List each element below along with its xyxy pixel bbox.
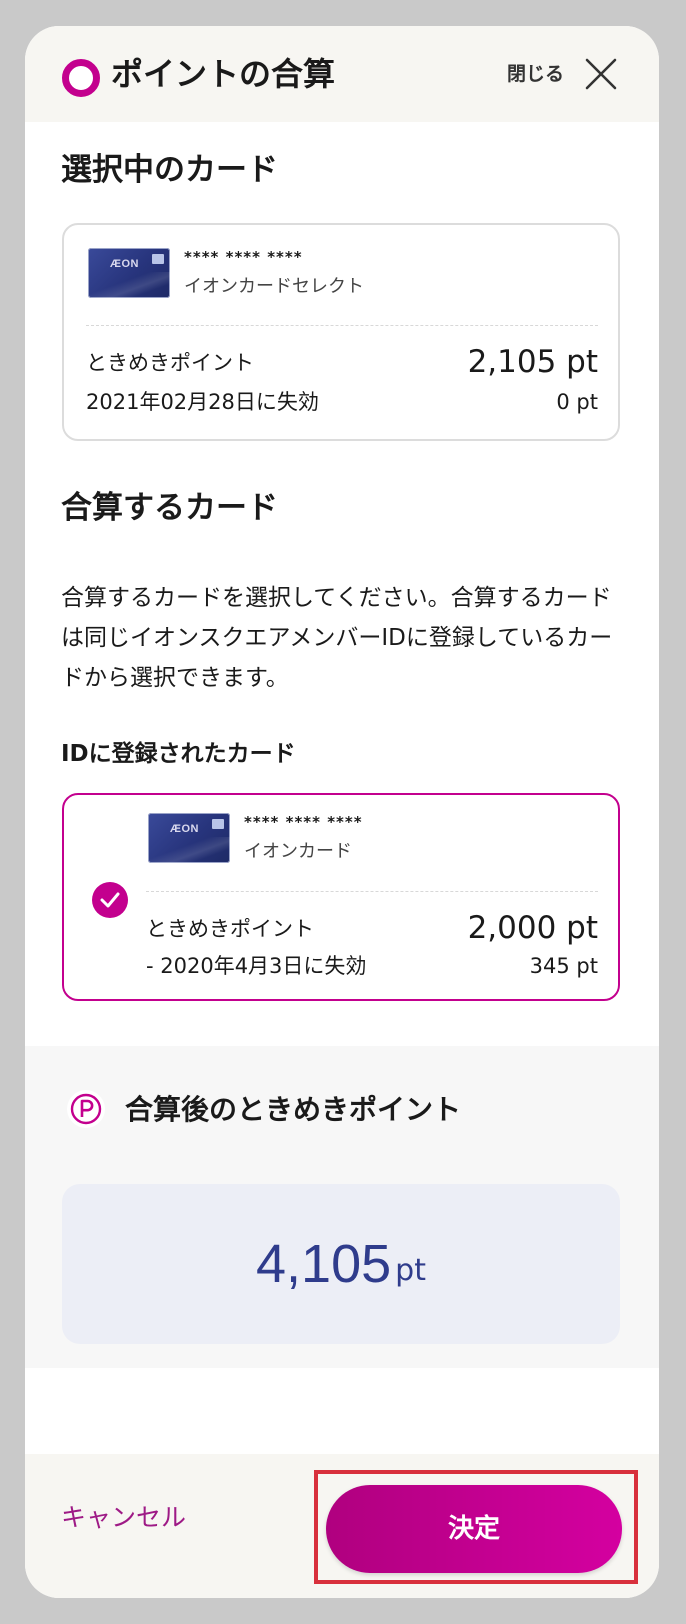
card-name: イオンカード	[244, 841, 352, 862]
card-brand-logo: ÆON	[170, 823, 199, 835]
check-icon[interactable]	[92, 882, 128, 918]
modal-footer: キャンセル 決定	[25, 1454, 659, 1598]
merge-description: 合算するカードを選択してください。合算するカードは同じイオンスクエアメンバーID…	[61, 585, 613, 691]
card-chip	[152, 254, 164, 264]
close-label[interactable]: 閉じる	[507, 62, 564, 86]
aeon-card-image: ÆON	[148, 813, 230, 863]
point-value: 2,105 pt	[467, 344, 598, 380]
selected-card-panel: ÆON **** **** **** イオンカードセレクト ときめきポイント 2…	[62, 223, 620, 441]
merged-result-section: 合算後のときめきポイント 4,105 pt	[25, 1046, 659, 1368]
expiry-points: 0 pt	[556, 390, 598, 414]
merged-points: 4,105 pt	[62, 1184, 620, 1344]
points-merge-modal: ポイントの合算 閉じる 選択中のカード ÆON **** **** **** イ…	[25, 26, 659, 1598]
logo-ring-icon	[62, 59, 100, 97]
card-brand-logo: ÆON	[110, 258, 139, 270]
cancel-button[interactable]: キャンセル	[61, 1502, 186, 1534]
expiry-points: 345 pt	[529, 954, 598, 978]
point-label: ときめきポイント	[146, 917, 314, 941]
card-chip	[212, 819, 224, 829]
registered-cards-heading: IDに登録されたカード	[61, 741, 296, 767]
merge-card-heading: 合算するカード	[61, 490, 278, 526]
selected-card-heading: 選択中のカード	[61, 152, 278, 188]
result-box: 4,105 pt	[62, 1184, 620, 1344]
result-title: 合算後のときめきポイント	[125, 1093, 462, 1126]
card-number: **** **** ****	[244, 813, 363, 831]
registered-card-option[interactable]: ÆON **** **** **** イオンカード ときめきポイント 2,000…	[62, 793, 620, 1001]
divider	[146, 891, 598, 892]
page-title: ポイントの合算	[111, 55, 336, 93]
point-p-icon	[67, 1090, 105, 1128]
merged-points-unit: pt	[395, 1253, 426, 1288]
card-number: **** **** ****	[184, 248, 303, 266]
modal-header: ポイントの合算 閉じる	[25, 26, 659, 122]
expiry-label: 2021年02月28日に失効	[86, 390, 319, 414]
divider	[86, 325, 598, 326]
confirm-button[interactable]: 決定	[326, 1485, 622, 1573]
expiry-label: - 2020年4月3日に失効	[146, 954, 367, 978]
merged-points-value: 4,105	[256, 1234, 392, 1294]
aeon-card-image: ÆON	[88, 248, 170, 298]
point-label: ときめきポイント	[86, 351, 254, 375]
close-icon[interactable]	[583, 56, 619, 92]
card-name: イオンカードセレクト	[184, 276, 364, 297]
point-value: 2,000 pt	[467, 910, 598, 946]
